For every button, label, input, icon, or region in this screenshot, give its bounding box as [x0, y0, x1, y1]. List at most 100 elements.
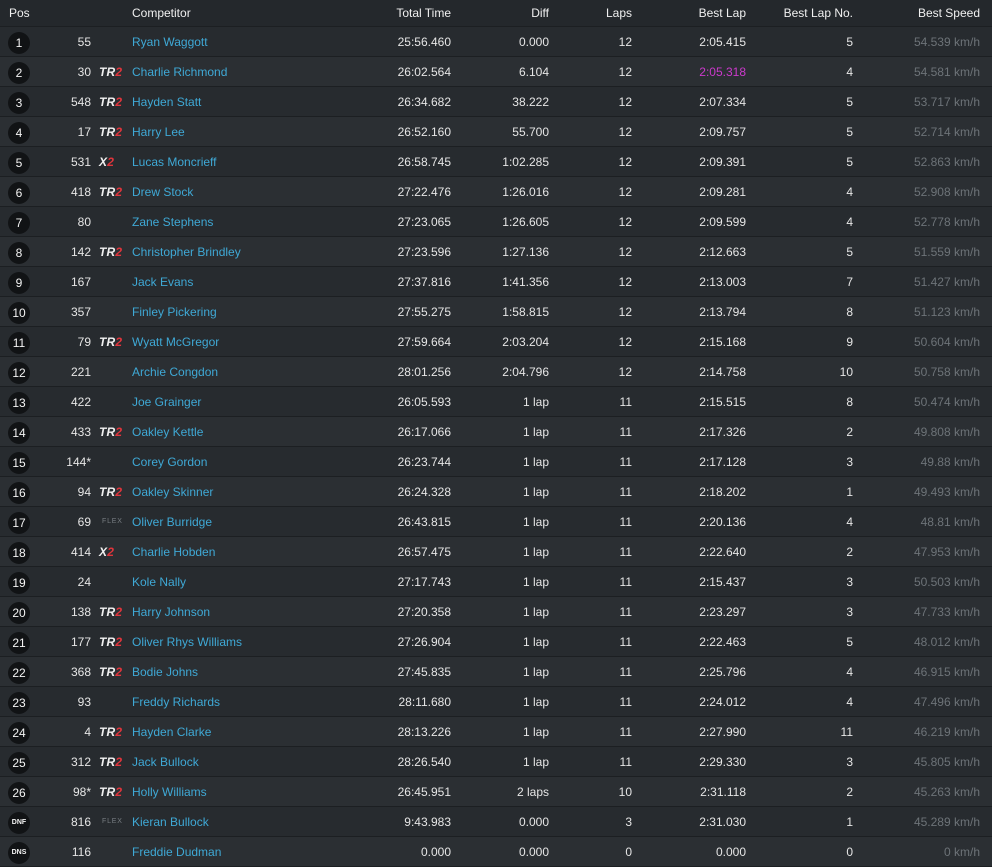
header-diff[interactable]: Diff [460, 0, 549, 26]
competitor-name-link[interactable]: Oakley Skinner [132, 477, 382, 506]
total-time: 26:24.328 [397, 484, 451, 499]
table-row[interactable]: 20 138 TR2 Harry Johnson 27:20.358 1 lap 11 2:2… [0, 597, 992, 627]
best-lap-no: 5 [846, 244, 853, 259]
diff: 1 lap [522, 544, 549, 559]
table-row[interactable]: 8 142 TR2 Christopher Brindley 27:23.596 1:27… [0, 237, 992, 267]
table-row[interactable]: 19 24 Kole Nally 27:17.743 1 lap 11 2:15.437 3 5… [0, 567, 992, 597]
competitor-name-link[interactable]: Bodie Johns [132, 657, 382, 686]
table-row[interactable]: 15 144* Corey Gordon 26:23.744 1 lap 11 2:17.1… [0, 447, 992, 477]
competitor-name-link[interactable]: Oliver Rhys Williams [132, 627, 382, 656]
competitor-name-link[interactable]: Freddy Richards [132, 687, 382, 716]
competitor-name-link[interactable]: Harry Johnson [132, 597, 382, 626]
competitor-name-link[interactable]: Oakley Kettle [132, 417, 382, 446]
total-time: 26:05.593 [397, 394, 451, 409]
competitor-name-link[interactable]: Archie Congdon [132, 357, 382, 386]
best-lap-no: 1 [846, 814, 853, 829]
diff: 1:26.016 [502, 184, 549, 199]
table-row[interactable]: 18 414 X2 Charlie Hobden 26:57.475 1 lap 11 2:2… [0, 537, 992, 567]
table-row[interactable]: 10 357 Finley Pickering 27:55.275 1:58.815 12… [0, 297, 992, 327]
table-row[interactable]: 7 80 Zane Stephens 27:23.065 1:26.605 12 2:09.… [0, 207, 992, 237]
best-speed: 50.474 km/h [913, 394, 980, 409]
laps: 12 [618, 94, 632, 109]
position-cell: 11 [8, 327, 38, 356]
table-row[interactable]: 12 221 Archie Congdon 28:01.256 2:04.796 12 2:… [0, 357, 992, 387]
laps: 3 [625, 814, 632, 829]
competitor-name-link[interactable]: Ryan Waggott [132, 27, 382, 56]
table-row[interactable]: 11 79 TR2 Wyatt McGregor 27:59.664 2:03.204 12… [0, 327, 992, 357]
best-lap: 2:24.012 [699, 694, 746, 709]
total-time: 28:26.540 [397, 754, 451, 769]
competitor-name-link[interactable]: Christopher Brindley [132, 237, 382, 266]
best-lap: 2:13.003 [699, 274, 746, 289]
competitor-name-link[interactable]: Jack Bullock [132, 747, 382, 776]
header-laps[interactable]: Laps [570, 0, 632, 26]
competitor-name-link[interactable]: Corey Gordon [132, 447, 382, 476]
table-row[interactable]: 22 368 TR2 Bodie Johns 27:45.835 1 lap 11 2:25.… [0, 657, 992, 687]
best-lap: 2:27.990 [699, 724, 746, 739]
class-cell: TR2 [99, 747, 129, 776]
table-row[interactable]: 17 69 FLEX Oliver Burridge 26:43.815 1 lap 11 2… [0, 507, 992, 537]
table-row[interactable]: 1 55 Ryan Waggott 25:56.460 0.000 12 2:05.415 5… [0, 27, 992, 57]
competitor-name-link[interactable]: Charlie Richmond [132, 57, 382, 86]
position-badge: 7 [8, 211, 30, 234]
header-total-time[interactable]: Total Time [360, 0, 451, 26]
table-row[interactable]: 4 17 TR2 Harry Lee 26:52.160 55.700 12 2:09.757… [0, 117, 992, 147]
table-row[interactable]: 25 312 TR2 Jack Bullock 28:26.540 1 lap 11 2:29… [0, 747, 992, 777]
competitor-name-link[interactable]: Kieran Bullock [132, 807, 382, 836]
competitor-name-link[interactable]: Oliver Burridge [132, 507, 382, 536]
table-row[interactable]: DNS 116 Freddie Dudman 0.000 0.000 0 0.000 0 0 k… [0, 837, 992, 867]
competitor-name-link[interactable]: Joe Grainger [132, 387, 382, 416]
table-row[interactable]: 2 30 TR2 Charlie Richmond 26:02.564 6.104 12 2:… [0, 57, 992, 87]
best-lap: 0.000 [715, 844, 746, 859]
table-row[interactable]: 6 418 TR2 Drew Stock 27:22.476 1:26.016 12 2:09… [0, 177, 992, 207]
car-number: 138 [70, 604, 91, 619]
table-row[interactable]: DNF 816 FLEX Kieran Bullock 9:43.983 0.000 3 2:… [0, 807, 992, 837]
competitor-name-link[interactable]: Holly Williams [132, 777, 382, 806]
competitor-name-link[interactable]: Jack Evans [132, 267, 382, 296]
competitor-name-link[interactable]: Charlie Hobden [132, 537, 382, 566]
header-competitor[interactable]: Competitor [132, 0, 382, 26]
class-badge-tr2: TR2 [99, 604, 123, 619]
position-cell: 13 [8, 387, 38, 416]
competitor-name-link[interactable]: Zane Stephens [132, 207, 382, 236]
table-row[interactable]: 26 98* TR2 Holly Williams 26:45.951 2 laps 10 2… [0, 777, 992, 807]
competitor-name-link[interactable]: Freddie Dudman [132, 837, 382, 866]
total-time: 26:57.475 [397, 544, 451, 559]
competitor-name-link[interactable]: Drew Stock [132, 177, 382, 206]
best-speed: 0 km/h [943, 844, 980, 859]
position-cell: 4 [8, 117, 38, 146]
table-row[interactable]: 9 167 Jack Evans 27:37.816 1:41.356 12 2:13.00… [0, 267, 992, 297]
best-lap-no: 7 [846, 274, 853, 289]
position-cell: 14 [8, 417, 38, 446]
competitor-name-link[interactable]: Lucas Moncrieff [132, 147, 382, 176]
table-row[interactable]: 14 433 TR2 Oakley Kettle 26:17.066 1 lap 11 2:1… [0, 417, 992, 447]
competitor-name-link[interactable]: Finley Pickering [132, 297, 382, 326]
competitor-name-link[interactable]: Hayden Statt [132, 87, 382, 116]
table-row[interactable]: 5 531 X2 Lucas Moncrieff 26:58.745 1:02.285 12… [0, 147, 992, 177]
best-lap: 2:22.640 [699, 544, 746, 559]
table-row[interactable]: 21 177 TR2 Oliver Rhys Williams 27:26.904 1 l… [0, 627, 992, 657]
best-lap: 2:09.599 [699, 214, 746, 229]
table-row[interactable]: 3 548 TR2 Hayden Statt 26:34.682 38.222 12 2:07… [0, 87, 992, 117]
table-row[interactable]: 23 93 Freddy Richards 28:11.680 1 lap 11 2:24.… [0, 687, 992, 717]
laps: 11 [619, 694, 632, 709]
header-best-speed[interactable]: Best Speed [870, 0, 980, 26]
diff: 2:03.204 [502, 334, 549, 349]
competitor-name-link[interactable]: Harry Lee [132, 117, 382, 146]
position-badge: 24 [8, 721, 30, 744]
position-badge: 8 [8, 241, 30, 264]
laps: 12 [618, 364, 632, 379]
laps: 12 [618, 124, 632, 139]
class-badge-tr2: TR2 [99, 244, 123, 259]
competitor-name-link[interactable]: Hayden Clarke [132, 717, 382, 746]
competitor-name-link[interactable]: Wyatt McGregor [132, 327, 382, 356]
header-best-lap[interactable]: Best Lap [650, 0, 746, 26]
table-row[interactable]: 13 422 Joe Grainger 26:05.593 1 lap 11 2:15.51… [0, 387, 992, 417]
header-best-lap-no[interactable]: Best Lap No. [760, 0, 853, 26]
header-pos[interactable]: Pos [9, 0, 39, 26]
table-row[interactable]: 24 4 TR2 Hayden Clarke 28:13.226 1 lap 11 2:27.… [0, 717, 992, 747]
table-row[interactable]: 16 94 TR2 Oakley Skinner 26:24.328 1 lap 11 2:1… [0, 477, 992, 507]
best-speed: 49.808 km/h [913, 424, 980, 439]
best-lap: 2:15.437 [699, 574, 746, 589]
competitor-name-link[interactable]: Kole Nally [132, 567, 382, 596]
